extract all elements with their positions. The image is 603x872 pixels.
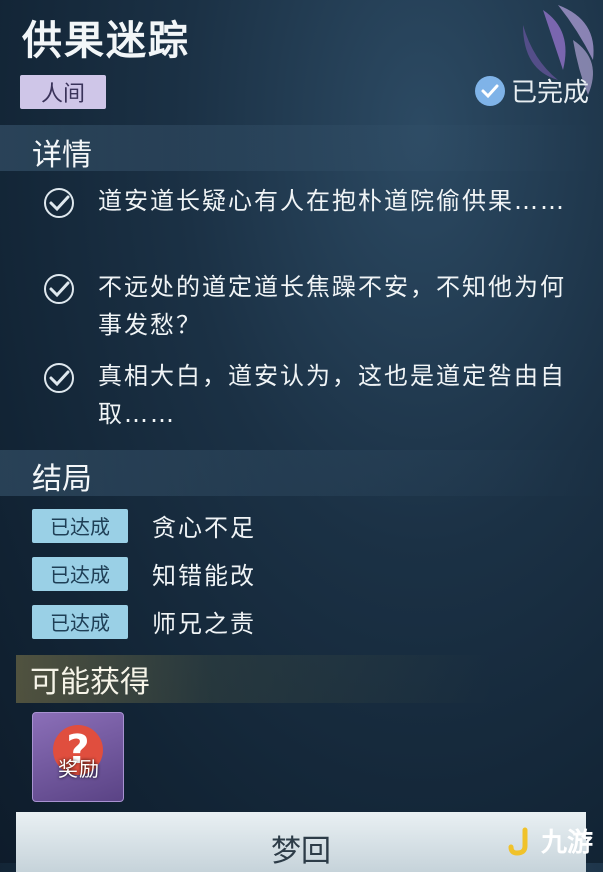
- detail-text: 真相大白，道安认为，这也是道定咎由自取……: [98, 362, 566, 428]
- reward-label: 奖励: [58, 757, 100, 781]
- ending-name: 贪心不足: [152, 514, 256, 542]
- watermark-text: 九游: [540, 828, 593, 858]
- region-tag: 人间: [20, 75, 106, 109]
- ending-item: 已达成 师兄之责: [32, 604, 256, 639]
- reward-item[interactable]: ? 奖励: [32, 712, 124, 802]
- rewards-header: 可能获得: [16, 655, 576, 703]
- watermark-logo: 九游: [507, 822, 593, 859]
- detail-item: 真相大白，道安认为，这也是道定咎由自取……: [42, 357, 587, 433]
- detail-text: 道安道长疑心有人在抱朴道院偷供果……: [98, 187, 566, 215]
- details-title: 详情: [32, 138, 92, 173]
- ending-status-badge: 已达成: [32, 604, 128, 639]
- detail-text: 不远处的道定道长焦躁不安，不知他为何事发愁？: [98, 273, 566, 339]
- ending-name: 知错能改: [152, 562, 256, 590]
- rewards-title: 可能获得: [30, 665, 150, 700]
- check-circle-icon: [474, 75, 505, 106]
- endings-title: 结局: [32, 462, 92, 497]
- ending-name: 师兄之责: [152, 610, 256, 638]
- dream-replay-label: 梦回: [271, 834, 331, 869]
- check-circle-icon: [44, 363, 74, 393]
- ending-status-badge: 已达成: [32, 556, 128, 591]
- j-logo-icon: [508, 827, 528, 856]
- check-circle-icon: [44, 188, 74, 218]
- status-badge: 已完成: [474, 72, 589, 109]
- check-circle-icon: [44, 274, 74, 304]
- detail-item: 不远处的道定道长焦躁不安，不知他为何事发愁？: [42, 268, 587, 344]
- detail-item: 道安道长疑心有人在抱朴道院偷供果……: [42, 182, 587, 220]
- quest-title: 供果迷踪: [22, 18, 190, 64]
- status-label: 已完成: [510, 78, 589, 108]
- ending-status-badge: 已达成: [32, 508, 128, 543]
- dream-replay-button[interactable]: 梦回: [16, 812, 586, 872]
- ending-item: 已达成 贪心不足: [32, 508, 256, 543]
- ending-item: 已达成 知错能改: [32, 556, 256, 591]
